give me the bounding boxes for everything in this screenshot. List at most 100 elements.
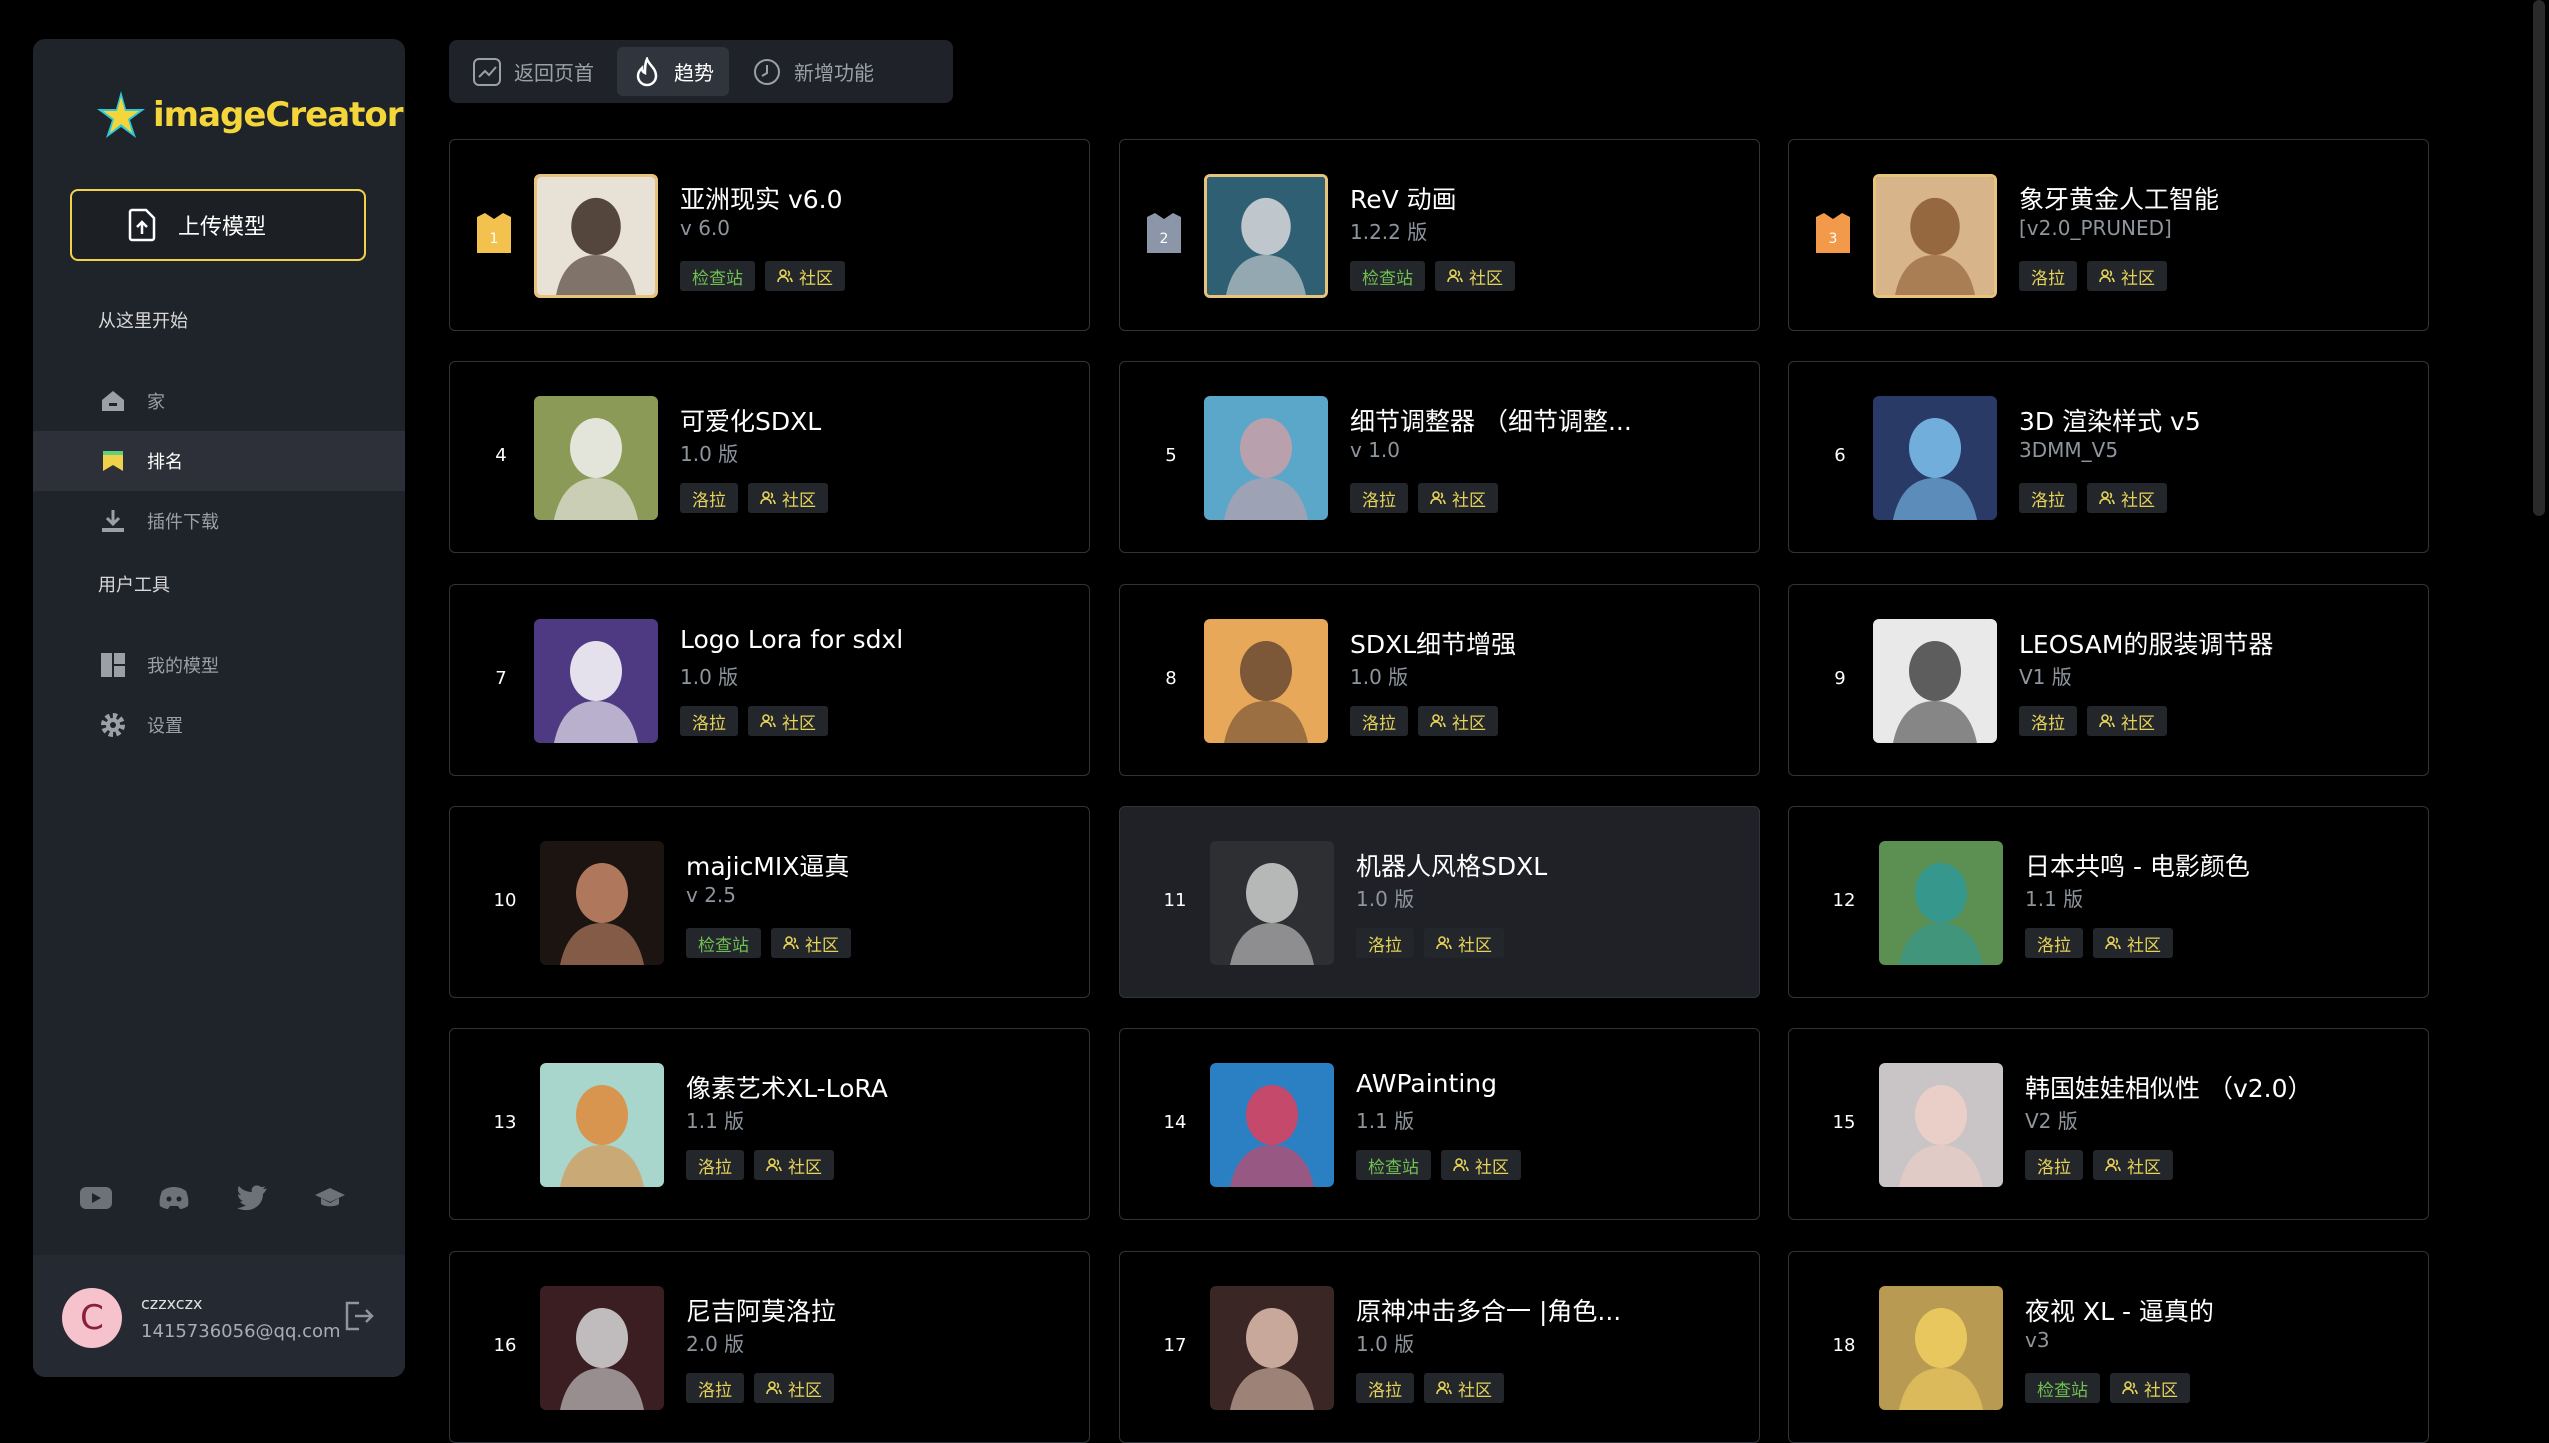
type-tag[interactable]: 检查站 <box>686 928 761 958</box>
community-tag[interactable]: 社区 <box>771 928 851 958</box>
community-tag[interactable]: 社区 <box>2093 928 2173 958</box>
model-card[interactable]: 1 亚洲现实 v6.0 v 6.0 检查站 社区 <box>449 139 1090 331</box>
model-card[interactable]: 3 象牙黄金人工智能 [v2.0_PRUNED] 洛拉 社区 <box>1788 139 2429 331</box>
youtube-icon[interactable] <box>79 1183 113 1213</box>
community-tag[interactable]: 社区 <box>1418 706 1498 736</box>
discord-icon[interactable] <box>157 1183 191 1213</box>
type-tag[interactable]: 检查站 <box>1356 1150 1431 1180</box>
community-tag[interactable]: 社区 <box>1418 483 1498 513</box>
model-card[interactable]: 14 AWPainting 1.1 版检查站 社区 <box>1119 1028 1760 1220</box>
model-thumbnail[interactable] <box>540 1286 664 1410</box>
model-card[interactable]: 9 LEOSAM的服装调节器 V1 版洛拉 社区 <box>1788 584 2429 776</box>
model-title[interactable]: 日本共鸣 - 电影颜色 <box>2025 847 2250 883</box>
sidebar-item-plugin-download[interactable]: 插件下载 <box>33 491 405 551</box>
type-tag[interactable]: 洛拉 <box>2025 1150 2083 1180</box>
model-title[interactable]: 机器人风格SDXL <box>1356 847 1547 883</box>
community-tag[interactable]: 社区 <box>765 261 845 291</box>
model-title[interactable]: 韩国娃娃相似性 （v2.0） <box>2025 1069 2313 1105</box>
model-title[interactable]: ReV 动画 <box>1350 180 1457 216</box>
model-title[interactable]: LEOSAM的服装调节器 <box>2019 625 2273 661</box>
type-tag[interactable]: 洛拉 <box>1350 706 1408 736</box>
type-tag[interactable]: 洛拉 <box>1356 928 1414 958</box>
model-title[interactable]: 细节调整器 （细节调整... <box>1350 402 1632 438</box>
community-tag[interactable]: 社区 <box>2110 1373 2190 1403</box>
community-tag[interactable]: 社区 <box>1424 928 1504 958</box>
avatar[interactable]: C <box>62 1288 122 1348</box>
model-card[interactable]: 7 Logo Lora for sdxl 1.0 版洛拉 社区 <box>449 584 1090 776</box>
type-tag[interactable]: 洛拉 <box>686 1373 744 1403</box>
community-tag[interactable]: 社区 <box>2093 1150 2173 1180</box>
type-tag[interactable]: 洛拉 <box>2019 483 2077 513</box>
community-tag[interactable]: 社区 <box>1435 261 1515 291</box>
community-tag[interactable]: 社区 <box>748 706 828 736</box>
model-title[interactable]: Logo Lora for sdxl <box>680 625 903 654</box>
model-thumbnail[interactable] <box>1204 619 1328 743</box>
model-thumbnail[interactable] <box>1210 841 1334 965</box>
community-tag[interactable]: 社区 <box>2087 706 2167 736</box>
model-thumbnail[interactable] <box>1879 1063 2003 1187</box>
model-title[interactable]: 尼吉阿莫洛拉 <box>686 1292 836 1328</box>
model-title[interactable]: 3D 渲染样式 v5 <box>2019 402 2201 438</box>
type-tag[interactable]: 检查站 <box>1350 261 1425 291</box>
model-card[interactable]: 6 3D 渲染样式 v5 3DMM_V5 洛拉 社区 <box>1788 361 2429 553</box>
type-tag[interactable]: 洛拉 <box>2025 928 2083 958</box>
model-card[interactable]: 2 ReV 动画 1.2.2 版检查站 社区 <box>1119 139 1760 331</box>
model-card[interactable]: 15 韩国娃娃相似性 （v2.0） V2 版洛拉 社区 <box>1788 1028 2429 1220</box>
model-card[interactable]: 8 SDXL细节增强 1.0 版洛拉 社区 <box>1119 584 1760 776</box>
model-title[interactable]: 夜视 XL - 逼真的 <box>2025 1292 2214 1328</box>
model-title[interactable]: majicMIX逼真 <box>686 847 849 883</box>
model-title[interactable]: 亚洲现实 v6.0 <box>680 180 843 216</box>
type-tag[interactable]: 洛拉 <box>2019 706 2077 736</box>
tab-back-to-top[interactable]: 返回页首 <box>457 47 609 96</box>
model-title[interactable]: 像素艺术XL-LoRA <box>686 1069 888 1105</box>
model-card[interactable]: 12 日本共鸣 - 电影颜色 1.1 版洛拉 社区 <box>1788 806 2429 998</box>
model-thumbnail[interactable] <box>540 1063 664 1187</box>
model-thumbnail[interactable] <box>534 174 658 298</box>
tab-new-features[interactable]: 新增功能 <box>737 47 889 96</box>
upload-model-button[interactable]: 上传模型 <box>70 189 366 261</box>
community-tag[interactable]: 社区 <box>754 1373 834 1403</box>
model-card[interactable]: 17 原神冲击多合一 |角色... 1.0 版洛拉 社区 <box>1119 1251 1760 1443</box>
sidebar-item-ranking[interactable]: 排名 <box>33 431 405 491</box>
model-title[interactable]: AWPainting <box>1356 1069 1497 1098</box>
model-title[interactable]: 可爱化SDXL <box>680 402 821 438</box>
model-thumbnail[interactable] <box>534 396 658 520</box>
community-tag[interactable]: 社区 <box>2087 261 2167 291</box>
model-thumbnail[interactable] <box>1873 619 1997 743</box>
type-tag[interactable]: 洛拉 <box>1350 483 1408 513</box>
community-tag[interactable]: 社区 <box>2087 483 2167 513</box>
type-tag[interactable]: 检查站 <box>2025 1373 2100 1403</box>
model-title[interactable]: 原神冲击多合一 |角色... <box>1356 1292 1621 1328</box>
model-title[interactable]: SDXL细节增强 <box>1350 625 1516 661</box>
model-card[interactable]: 13 像素艺术XL-LoRA 1.1 版洛拉 社区 <box>449 1028 1090 1220</box>
model-thumbnail[interactable] <box>1879 841 2003 965</box>
sidebar-item-settings[interactable]: 设置 <box>33 695 405 755</box>
model-thumbnail[interactable] <box>1204 396 1328 520</box>
model-thumbnail[interactable] <box>540 841 664 965</box>
model-thumbnail[interactable] <box>1879 1286 2003 1410</box>
type-tag[interactable]: 检查站 <box>680 261 755 291</box>
model-thumbnail[interactable] <box>534 619 658 743</box>
twitter-icon[interactable] <box>235 1183 269 1213</box>
model-thumbnail[interactable] <box>1873 174 1997 298</box>
model-card[interactable]: 5 细节调整器 （细节调整... v 1.0 洛拉 社区 <box>1119 361 1760 553</box>
scrollbar[interactable] <box>2533 0 2545 516</box>
sidebar-item-my-models[interactable]: 我的模型 <box>33 635 405 695</box>
model-card[interactable]: 18 夜视 XL - 逼真的 v3 检查站 社区 <box>1788 1251 2429 1443</box>
type-tag[interactable]: 洛拉 <box>686 1150 744 1180</box>
logo[interactable]: imageCreator <box>93 85 404 145</box>
model-card[interactable]: 10 majicMIX逼真 v 2.5 检查站 社区 <box>449 806 1090 998</box>
logout-icon[interactable] <box>341 1299 375 1333</box>
type-tag[interactable]: 洛拉 <box>680 706 738 736</box>
type-tag[interactable]: 洛拉 <box>2019 261 2077 291</box>
type-tag[interactable]: 洛拉 <box>1356 1373 1414 1403</box>
model-card[interactable]: 11 机器人风格SDXL 1.0 版洛拉 社区 <box>1119 806 1760 998</box>
model-thumbnail[interactable] <box>1210 1063 1334 1187</box>
model-thumbnail[interactable] <box>1204 174 1328 298</box>
community-tag[interactable]: 社区 <box>754 1150 834 1180</box>
community-tag[interactable]: 社区 <box>1424 1373 1504 1403</box>
model-title[interactable]: 象牙黄金人工智能 <box>2019 180 2219 216</box>
type-tag[interactable]: 洛拉 <box>680 483 738 513</box>
tab-trending[interactable]: 趋势 <box>617 47 729 96</box>
model-card[interactable]: 16 尼吉阿莫洛拉 2.0 版洛拉 社区 <box>449 1251 1090 1443</box>
